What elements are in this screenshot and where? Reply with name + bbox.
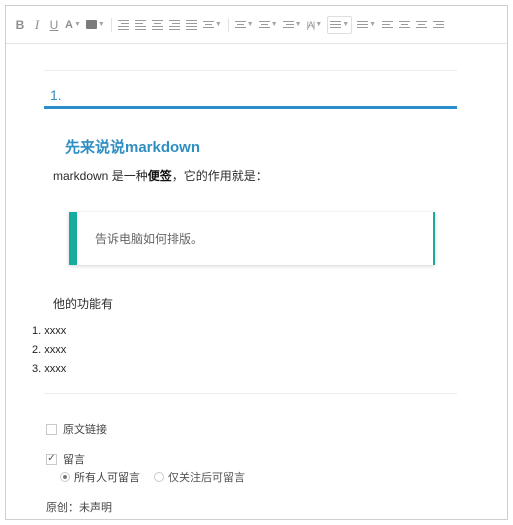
italic-button[interactable]: I xyxy=(31,16,43,34)
comments-checkbox[interactable]: ✓ xyxy=(46,453,57,465)
chevron-down-icon: ▼ xyxy=(270,21,278,28)
original-value: 未声明 xyxy=(79,502,112,514)
radio-followers-only[interactable]: 仅关注后可留言 xyxy=(154,469,245,485)
comments-option[interactable]: ✓ 留言 xyxy=(46,451,85,467)
comment-scope-group: 所有人可留言 仅关注后可留言 xyxy=(60,469,259,485)
float-none-icon xyxy=(398,21,410,28)
radio-everyone[interactable]: 所有人可留言 xyxy=(60,469,140,485)
editor-toolbar: B I U A ▼ ▼ ▼ ▼ ▼ ▼ |A| ▼ ▼ ▼ xyxy=(6,6,507,44)
intro-bold-text: 便签 xyxy=(147,169,172,183)
section-rule xyxy=(44,106,457,109)
source-link-label: 原文链接 xyxy=(63,424,107,436)
chevron-down-icon: ▼ xyxy=(369,21,377,28)
first-line-indent-button[interactable]: ▼ xyxy=(282,16,302,34)
paragraph-spacing-button[interactable]: ▼ xyxy=(234,16,254,34)
radio-followers-label: 仅关注后可留言 xyxy=(168,472,245,484)
features-title: 他的功能有 xyxy=(53,297,114,311)
chevron-down-icon: ▼ xyxy=(214,21,222,28)
list-item: 1. xxxx xyxy=(32,325,67,337)
float-left-button[interactable] xyxy=(381,16,393,34)
background-color-button[interactable]: ▼ xyxy=(85,16,105,34)
radio-everyone-label: 所有人可留言 xyxy=(74,472,140,484)
underline-button[interactable]: U xyxy=(48,16,60,34)
chevron-down-icon: ▼ xyxy=(246,21,254,28)
font-color-icon: A xyxy=(65,18,73,31)
text-style-button[interactable]: ▼ xyxy=(202,16,222,34)
original-label: 原创： xyxy=(46,502,79,514)
section-number: 1. xyxy=(50,87,62,103)
blockquote-text: 告诉电脑如何排版。 xyxy=(95,232,204,246)
indent-icon xyxy=(118,19,130,30)
intro-text-suffix: ，它的作用就是： xyxy=(171,169,268,183)
align-left-button[interactable] xyxy=(135,16,147,34)
align-right-button[interactable] xyxy=(169,16,181,34)
ordered-list: 1. xxxx 2. xxxx 3. xxxx xyxy=(32,322,66,379)
ordered-list-button[interactable]: ▼ xyxy=(327,15,353,34)
toolbar-divider xyxy=(227,17,229,32)
indent-button[interactable] xyxy=(118,16,130,34)
source-link-checkbox[interactable] xyxy=(46,423,57,435)
align-left-icon xyxy=(135,19,147,30)
chevron-down-icon: ▼ xyxy=(294,21,302,28)
line-spacing-icon xyxy=(258,21,270,28)
bold-button[interactable]: B xyxy=(14,16,26,34)
checkmark-icon: ✓ xyxy=(47,453,56,464)
original-declaration[interactable]: 原创：未声明 xyxy=(46,499,112,515)
unordered-list-button[interactable]: ▼ xyxy=(357,16,376,34)
font-color-button[interactable]: A ▼ xyxy=(65,16,81,34)
list-item: 3. xxxx xyxy=(32,363,67,375)
editor-frame: B I U A ▼ ▼ ▼ ▼ ▼ ▼ |A| ▼ ▼ ▼ 1. 先来说说markd… xyxy=(5,5,508,520)
intro-text-prefix: markdown 是一种 xyxy=(53,169,148,183)
divider xyxy=(44,393,457,394)
radio-selected-icon xyxy=(60,472,70,482)
toolbar-divider xyxy=(110,17,112,32)
align-center-icon xyxy=(152,19,164,30)
float-center-button[interactable] xyxy=(415,16,427,34)
paragraph-spacing-icon xyxy=(234,21,246,28)
ordered-list-icon xyxy=(330,21,342,28)
letter-spacing-icon: |A| xyxy=(306,19,316,30)
unordered-list-icon xyxy=(357,21,369,28)
text-style-icon xyxy=(202,21,214,28)
float-center-icon xyxy=(415,21,427,28)
float-none-button[interactable] xyxy=(398,16,410,34)
first-line-indent-icon xyxy=(282,21,294,28)
float-right-icon xyxy=(432,21,444,28)
line-spacing-button[interactable]: ▼ xyxy=(258,16,278,34)
chevron-down-icon: ▼ xyxy=(342,21,350,28)
divider xyxy=(44,70,457,71)
align-center-button[interactable] xyxy=(152,16,164,34)
list-item: 2. xxxx xyxy=(32,344,67,356)
radio-unselected-icon xyxy=(154,472,164,482)
blockquote: 告诉电脑如何排版。 xyxy=(69,212,435,265)
source-link-option[interactable]: 原文链接 xyxy=(46,421,107,437)
article-heading: 先来说说markdown xyxy=(65,139,201,156)
chevron-down-icon: ▼ xyxy=(97,21,105,28)
align-right-icon xyxy=(169,19,181,30)
intro-paragraph: markdown 是一种便签，它的作用就是： xyxy=(53,167,268,184)
comments-label: 留言 xyxy=(63,454,85,466)
chevron-down-icon: ▼ xyxy=(73,21,81,28)
background-color-icon xyxy=(85,20,97,29)
justify-button[interactable] xyxy=(186,16,198,34)
float-right-button[interactable] xyxy=(432,16,444,34)
float-left-icon xyxy=(381,21,393,28)
letter-spacing-button[interactable]: |A| ▼ xyxy=(307,16,323,34)
justify-icon xyxy=(186,19,198,30)
chevron-down-icon: ▼ xyxy=(315,21,323,28)
